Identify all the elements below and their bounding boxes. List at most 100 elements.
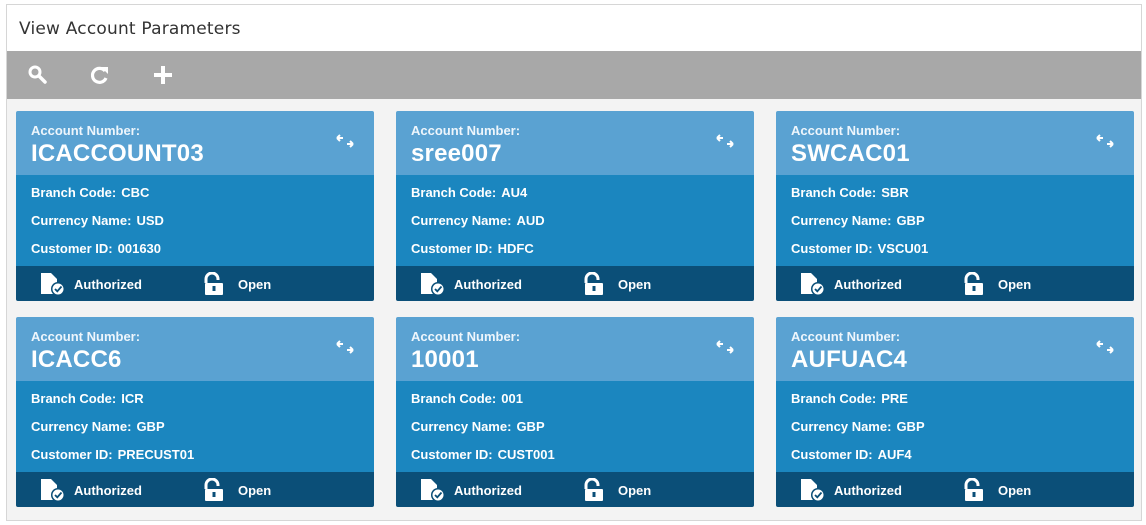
account-card[interactable]: Account Number: ICACCOUNT03 Branch Code:…: [16, 111, 374, 301]
card-footer: Authorized Open: [776, 472, 1134, 507]
authorized-status: Authorized: [418, 272, 522, 296]
customer-id-value: 001630: [117, 241, 162, 256]
branch-code-value: CBC: [121, 185, 150, 200]
customer-id-field: Customer ID: PRECUST01: [31, 447, 194, 462]
card-footer: Authorized Open: [396, 266, 754, 301]
customer-id-label: Customer ID:: [411, 241, 493, 256]
currency-name-field: Currency Name: GBP: [791, 213, 925, 228]
unlock-icon: [964, 478, 983, 501]
branch-code-value: 001: [501, 391, 523, 406]
branch-code-label: Branch Code:: [791, 185, 877, 200]
authorized-icon: [801, 273, 825, 296]
currency-name-label: Currency Name:: [31, 419, 132, 434]
customer-id-label: Customer ID:: [31, 241, 113, 256]
authorized-icon: [421, 273, 445, 296]
open-status: Open: [962, 478, 1031, 502]
customer-id-label: Customer ID:: [31, 447, 113, 462]
branch-code-label: Branch Code:: [31, 185, 117, 200]
add-button[interactable]: [148, 61, 178, 89]
customer-id-value: AUF4: [877, 447, 912, 462]
account-number-label: Account Number:: [791, 329, 901, 344]
branch-code-value: SBR: [881, 185, 909, 200]
swap-icon[interactable]: [1092, 339, 1118, 355]
customer-id-value: CUST001: [497, 447, 555, 462]
card-body: Branch Code: SBR Currency Name: GBP Custom…: [776, 175, 1134, 266]
customer-id-field: Customer ID: VSCU01: [791, 241, 928, 256]
swap-icon[interactable]: [332, 133, 358, 149]
unlock-icon: [204, 478, 223, 501]
account-card-grid: Account Number: ICACCOUNT03 Branch Code:…: [7, 99, 1141, 520]
swap-icon[interactable]: [712, 133, 738, 149]
branch-code-value: PRE: [881, 391, 908, 406]
currency-name-label: Currency Name:: [791, 419, 892, 434]
account-number-label: Account Number:: [31, 329, 141, 344]
currency-name-value: GBP: [136, 419, 165, 434]
refresh-button[interactable]: [85, 61, 115, 89]
customer-id-field: Customer ID: HDFC: [411, 241, 534, 256]
card-footer: Authorized Open: [396, 472, 754, 507]
card-body: Branch Code: 001 Currency Name: GBP Custom…: [396, 381, 754, 472]
open-status: Open: [202, 478, 271, 502]
card-footer: Authorized Open: [16, 266, 374, 301]
card-header: Account Number: ICACCOUNT03: [16, 111, 374, 175]
refresh-icon: [90, 66, 108, 84]
authorized-status: Authorized: [418, 478, 522, 502]
authorized-status: Authorized: [798, 478, 902, 502]
open-status: Open: [962, 272, 1031, 296]
currency-name-field: Currency Name: USD: [31, 213, 164, 228]
branch-code-field: Branch Code: SBR: [791, 185, 909, 200]
swap-icon[interactable]: [712, 339, 738, 355]
open-status: Open: [582, 478, 651, 502]
card-header: Account Number: sree007: [396, 111, 754, 175]
branch-code-label: Branch Code:: [791, 391, 877, 406]
card-header: Account Number: AUFUAC4: [776, 317, 1134, 381]
branch-code-value: ICR: [121, 391, 144, 406]
add-icon: [154, 66, 172, 84]
account-number-value: 10001: [411, 346, 479, 373]
branch-code-label: Branch Code:: [31, 391, 117, 406]
account-number-value: sree007: [411, 140, 502, 167]
account-card[interactable]: Account Number: SWCAC01 Branch Code: SBR …: [776, 111, 1134, 301]
branch-code-label: Branch Code:: [411, 391, 497, 406]
swap-icon[interactable]: [332, 339, 358, 355]
account-card[interactable]: Account Number: 10001 Branch Code: 001 Cu…: [396, 317, 754, 507]
authorized-label: Authorized: [454, 276, 522, 292]
account-parameters-panel: View Account Parameters Account Number: …: [6, 4, 1142, 521]
card-body: Branch Code: ICR Currency Name: GBP Custom…: [16, 381, 374, 472]
account-number-value: ICACC6: [31, 346, 122, 373]
currency-name-value: GBP: [896, 213, 925, 228]
account-card[interactable]: Account Number: ICACC6 Branch Code: ICR C…: [16, 317, 374, 507]
toolbar: [7, 51, 1141, 99]
card-body: Branch Code: PRE Currency Name: GBP Custom…: [776, 381, 1134, 472]
currency-name-field: Currency Name: GBP: [411, 419, 545, 434]
card-header: Account Number: 10001: [396, 317, 754, 381]
currency-name-field: Currency Name: AUD: [411, 213, 545, 228]
authorized-label: Authorized: [74, 482, 142, 498]
swap-icon[interactable]: [1092, 133, 1118, 149]
unlock-icon: [584, 272, 603, 295]
card-header: Account Number: SWCAC01: [776, 111, 1134, 175]
authorized-status: Authorized: [798, 272, 902, 296]
branch-code-field: Branch Code: ICR: [31, 391, 144, 406]
open-label: Open: [998, 276, 1032, 292]
unlock-icon: [204, 272, 223, 295]
open-label: Open: [998, 482, 1032, 498]
customer-id-field: Customer ID: AUF4: [791, 447, 912, 462]
open-label: Open: [618, 276, 652, 292]
authorized-label: Authorized: [834, 276, 902, 292]
card-footer: Authorized Open: [16, 472, 374, 507]
branch-code-field: Branch Code: PRE: [791, 391, 908, 406]
account-number-value: AUFUAC4: [791, 346, 908, 373]
account-number-label: Account Number:: [411, 123, 521, 138]
card-footer: Authorized Open: [776, 266, 1134, 301]
account-card[interactable]: Account Number: sree007 Branch Code: AU4 …: [396, 111, 754, 301]
authorized-label: Authorized: [454, 482, 522, 498]
currency-name-label: Currency Name:: [791, 213, 892, 228]
authorized-status: Authorized: [38, 478, 142, 502]
search-button[interactable]: [23, 61, 53, 89]
open-label: Open: [618, 482, 652, 498]
card-body: Branch Code: AU4 Currency Name: AUD Custom…: [396, 175, 754, 266]
account-card[interactable]: Account Number: AUFUAC4 Branch Code: PRE …: [776, 317, 1134, 507]
customer-id-value: HDFC: [497, 241, 534, 256]
currency-name-label: Currency Name:: [411, 213, 512, 228]
